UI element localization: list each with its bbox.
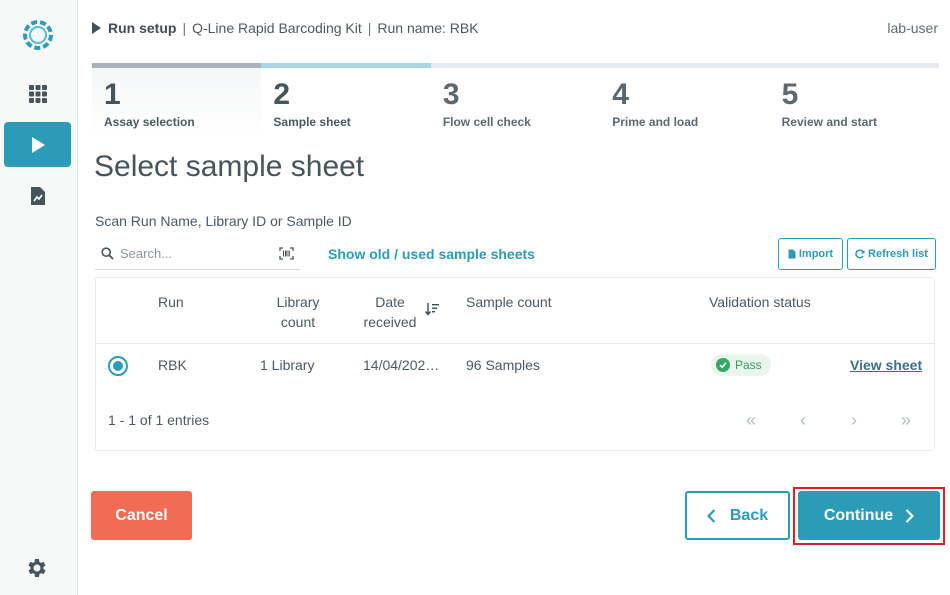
import-button-label: Import — [798, 248, 834, 260]
column-header-date-received[interactable]: Date received — [358, 292, 422, 332]
nav-apps-button[interactable] — [4, 71, 71, 116]
grid-apps-icon — [28, 84, 47, 103]
continue-button-label: Continue — [823, 506, 894, 524]
nav-run-button[interactable] — [4, 122, 71, 167]
user-name[interactable]: lab-user — [887, 20, 938, 36]
report-chart-icon — [30, 186, 45, 205]
column-header-line: Library — [276, 294, 320, 310]
chevron-left-icon — [706, 508, 716, 523]
step-number: 3 — [442, 78, 460, 111]
scan-label: Scan Run Name, Library ID or Sample ID — [95, 213, 352, 229]
show-old-sheets-link[interactable]: Show old / used sample sheets — [328, 246, 535, 262]
step-number: 2 — [273, 78, 291, 111]
continue-button[interactable]: Continue — [798, 491, 940, 540]
step-label: Prime and load — [612, 115, 699, 129]
header-section: Run setup — [108, 20, 177, 36]
validation-status-badge: Pass — [711, 354, 771, 376]
column-header-line: count — [280, 314, 316, 330]
refresh-list-button[interactable]: Refresh list — [847, 238, 936, 270]
step-prime-and-load: 4 Prime and load — [600, 63, 770, 139]
sample-sheet-table: Run Library count Date received Sample c… — [95, 277, 935, 451]
chevron-right-icon — [905, 508, 915, 523]
search-input[interactable] — [120, 246, 270, 261]
search-icon — [101, 247, 114, 260]
play-icon — [31, 136, 45, 153]
column-header-line: received — [363, 314, 417, 330]
step-review-and-start: 5 Review and start — [769, 63, 940, 139]
search-box — [95, 238, 300, 270]
sidebar — [0, 0, 78, 595]
header-breadcrumb: Run setup | Q-Line Rapid Barcoding Kit |… — [92, 17, 942, 39]
view-sheet-link[interactable]: View sheet — [850, 357, 922, 373]
header-separator: | — [182, 20, 187, 36]
previous-page-icon[interactable]: ‹ — [791, 408, 815, 432]
step-number: 1 — [104, 78, 121, 111]
first-page-icon[interactable]: « — [739, 408, 763, 432]
import-button[interactable]: Import — [778, 238, 843, 270]
pagination-info: 1 - 1 of 1 entries — [108, 412, 210, 428]
page-title: Select sample sheet — [94, 150, 365, 183]
step-number: 4 — [612, 78, 629, 111]
gear-icon[interactable] — [25, 556, 49, 580]
nav-reports-button[interactable] — [4, 173, 71, 218]
next-page-icon[interactable]: › — [842, 408, 866, 432]
column-header-sample-count[interactable]: Sample count — [466, 292, 552, 312]
step-progress-bar — [430, 63, 601, 68]
back-button-label: Back — [729, 506, 769, 524]
check-circle-icon — [716, 358, 730, 372]
table-row[interactable]: RBK 1 Library 14/04/202… 96 Samples Pass… — [96, 344, 934, 390]
step-number: 5 — [781, 78, 799, 111]
step-progress-bar — [600, 63, 770, 68]
column-header-run[interactable]: Run — [158, 292, 184, 312]
step-flow-cell-check: 3 Flow cell check — [430, 63, 601, 139]
refresh-button-label: Refresh list — [868, 248, 928, 260]
step-label: Flow cell check — [442, 115, 531, 129]
logo-icon — [23, 20, 53, 50]
step-assay-selection[interactable]: 1 Assay selection — [92, 63, 262, 139]
column-header-validation-status[interactable]: Validation status — [709, 292, 811, 312]
step-label: Assay selection — [104, 115, 195, 129]
step-progress-bar — [261, 63, 431, 68]
cell-run: RBK — [158, 357, 187, 373]
column-header-library-count[interactable]: Library count — [266, 292, 330, 332]
run-setup-stepper: 1 Assay selection 2 Sample sheet 3 Flow … — [92, 63, 940, 139]
step-progress-bar — [92, 63, 262, 68]
validation-status-text: Pass — [735, 358, 762, 372]
step-progress-bar — [769, 63, 940, 68]
cell-library-count: 1 Library — [260, 357, 315, 373]
last-page-icon[interactable]: » — [894, 408, 918, 432]
sort-descending-icon[interactable] — [425, 302, 440, 316]
barcode-scan-icon[interactable] — [279, 247, 294, 260]
column-header-line: Date — [375, 294, 405, 310]
step-label: Sample sheet — [273, 115, 351, 129]
play-icon — [92, 22, 101, 34]
table-header: Run Library count Date received Sample c… — [96, 278, 934, 344]
step-sample-sheet[interactable]: 2 Sample sheet — [261, 63, 431, 139]
file-icon — [788, 249, 796, 259]
cell-date-received: 14/04/202… — [363, 357, 440, 373]
row-select-radio[interactable] — [108, 356, 128, 376]
cell-sample-count: 96 Samples — [466, 357, 540, 373]
header-run-name: Run name: RBK — [377, 20, 479, 36]
cancel-button[interactable]: Cancel — [91, 491, 192, 540]
header-separator: | — [367, 20, 372, 36]
refresh-icon — [855, 249, 865, 259]
header-kit: Q-Line Rapid Barcoding Kit — [192, 20, 362, 36]
back-button[interactable]: Back — [685, 491, 790, 540]
step-label: Review and start — [781, 115, 877, 129]
